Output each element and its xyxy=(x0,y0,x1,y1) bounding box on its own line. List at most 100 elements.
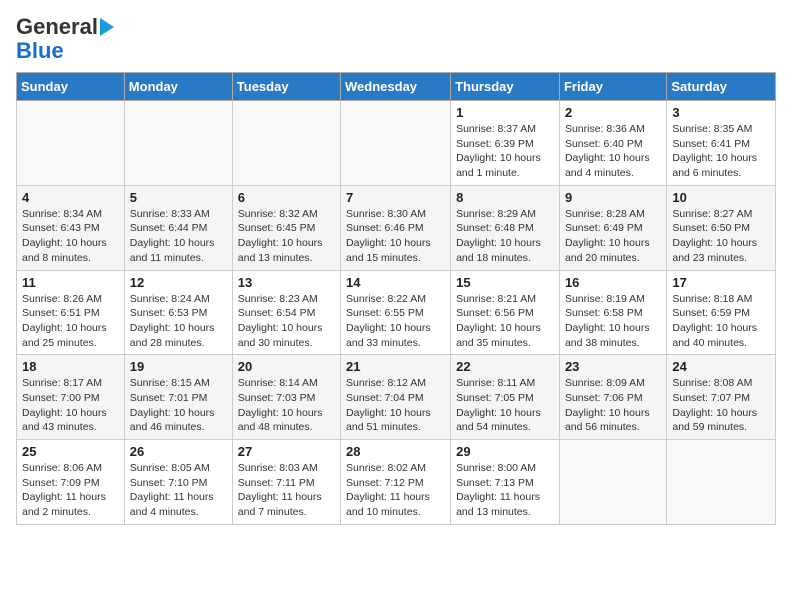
day-number: 28 xyxy=(346,444,445,459)
day-number: 29 xyxy=(456,444,554,459)
day-cell: 28 Sunrise: 8:02 AM Sunset: 7:12 PM Dayli… xyxy=(341,440,451,525)
day-detail: Sunrise: 8:19 AM Sunset: 6:58 PM Dayligh… xyxy=(565,292,661,351)
calendar-body: 1Sunrise: 8:37 AM Sunset: 6:39 PM Daylig… xyxy=(17,101,776,525)
day-cell: 11 Sunrise: 8:26 AM Sunset: 6:51 PM Dayli… xyxy=(17,270,125,355)
day-cell: 12Sunrise: 8:24 AM Sunset: 6:53 PM Dayli… xyxy=(124,270,232,355)
calendar-header: SundayMondayTuesdayWednesdayThursdayFrid… xyxy=(17,73,776,101)
day-cell: 26 Sunrise: 8:05 AM Sunset: 7:10 PM Dayli… xyxy=(124,440,232,525)
day-detail: Sunrise: 8:36 AM Sunset: 6:40 PM Dayligh… xyxy=(565,122,661,181)
day-detail: Sunrise: 8:12 AM Sunset: 7:04 PM Dayligh… xyxy=(346,376,445,435)
day-cell: 2 Sunrise: 8:36 AM Sunset: 6:40 PM Daylig… xyxy=(559,101,666,186)
day-cell: 27 Sunrise: 8:03 AM Sunset: 7:11 PM Dayli… xyxy=(232,440,340,525)
day-number: 22 xyxy=(456,359,554,374)
day-cell: 24 Sunrise: 8:08 AM Sunset: 7:07 PM Dayli… xyxy=(667,355,776,440)
day-number: 11 xyxy=(22,275,119,290)
logo: General Blue xyxy=(16,16,114,64)
day-number: 21 xyxy=(346,359,445,374)
week-row-5: 25 Sunrise: 8:06 AM Sunset: 7:09 PM Dayli… xyxy=(17,440,776,525)
day-number: 5 xyxy=(130,190,227,205)
day-detail: Sunrise: 8:28 AM Sunset: 6:49 PM Dayligh… xyxy=(565,207,661,266)
logo-text-general: General xyxy=(16,16,98,38)
day-number: 17 xyxy=(672,275,770,290)
header-col-thursday: Thursday xyxy=(451,73,560,101)
day-cell xyxy=(124,101,232,186)
day-number: 20 xyxy=(238,359,335,374)
day-cell: 6 Sunrise: 8:32 AM Sunset: 6:45 PM Daylig… xyxy=(232,185,340,270)
header-col-sunday: Sunday xyxy=(17,73,125,101)
day-number: 24 xyxy=(672,359,770,374)
day-detail: Sunrise: 8:08 AM Sunset: 7:07 PM Dayligh… xyxy=(672,376,770,435)
day-number: 8 xyxy=(456,190,554,205)
day-cell: 18Sunrise: 8:17 AM Sunset: 7:00 PM Dayli… xyxy=(17,355,125,440)
day-cell: 15Sunrise: 8:21 AM Sunset: 6:56 PM Dayli… xyxy=(451,270,560,355)
week-row-2: 4 Sunrise: 8:34 AM Sunset: 6:43 PM Daylig… xyxy=(17,185,776,270)
day-cell: 19 Sunrise: 8:15 AM Sunset: 7:01 PM Dayli… xyxy=(124,355,232,440)
header-col-monday: Monday xyxy=(124,73,232,101)
day-detail: Sunrise: 8:09 AM Sunset: 7:06 PM Dayligh… xyxy=(565,376,661,435)
day-cell: 21 Sunrise: 8:12 AM Sunset: 7:04 PM Dayli… xyxy=(341,355,451,440)
day-cell xyxy=(232,101,340,186)
logo-arrow-icon xyxy=(100,18,114,36)
day-number: 16 xyxy=(565,275,661,290)
day-number: 2 xyxy=(565,105,661,120)
day-detail: Sunrise: 8:32 AM Sunset: 6:45 PM Dayligh… xyxy=(238,207,335,266)
day-detail: Sunrise: 8:34 AM Sunset: 6:43 PM Dayligh… xyxy=(22,207,119,266)
day-number: 3 xyxy=(672,105,770,120)
day-cell xyxy=(341,101,451,186)
day-detail: Sunrise: 8:06 AM Sunset: 7:09 PM Dayligh… xyxy=(22,461,119,520)
header: General Blue xyxy=(16,16,776,64)
day-detail: Sunrise: 8:18 AM Sunset: 6:59 PM Dayligh… xyxy=(672,292,770,351)
day-cell: 14Sunrise: 8:22 AM Sunset: 6:55 PM Dayli… xyxy=(341,270,451,355)
day-detail: Sunrise: 8:11 AM Sunset: 7:05 PM Dayligh… xyxy=(456,376,554,435)
day-cell: 16 Sunrise: 8:19 AM Sunset: 6:58 PM Dayli… xyxy=(559,270,666,355)
day-detail: Sunrise: 8:00 AM Sunset: 7:13 PM Dayligh… xyxy=(456,461,554,520)
day-number: 6 xyxy=(238,190,335,205)
header-col-tuesday: Tuesday xyxy=(232,73,340,101)
day-detail: Sunrise: 8:15 AM Sunset: 7:01 PM Dayligh… xyxy=(130,376,227,435)
day-number: 18 xyxy=(22,359,119,374)
day-detail: Sunrise: 8:30 AM Sunset: 6:46 PM Dayligh… xyxy=(346,207,445,266)
header-col-friday: Friday xyxy=(559,73,666,101)
day-number: 23 xyxy=(565,359,661,374)
day-cell: 22 Sunrise: 8:11 AM Sunset: 7:05 PM Dayli… xyxy=(451,355,560,440)
day-detail: Sunrise: 8:35 AM Sunset: 6:41 PM Dayligh… xyxy=(672,122,770,181)
day-cell: 20 Sunrise: 8:14 AM Sunset: 7:03 PM Dayli… xyxy=(232,355,340,440)
day-detail: Sunrise: 8:29 AM Sunset: 6:48 PM Dayligh… xyxy=(456,207,554,266)
day-detail: Sunrise: 8:14 AM Sunset: 7:03 PM Dayligh… xyxy=(238,376,335,435)
day-detail: Sunrise: 8:22 AM Sunset: 6:55 PM Dayligh… xyxy=(346,292,445,351)
day-cell: 8 Sunrise: 8:29 AM Sunset: 6:48 PM Daylig… xyxy=(451,185,560,270)
day-cell: 9Sunrise: 8:28 AM Sunset: 6:49 PM Daylig… xyxy=(559,185,666,270)
day-number: 27 xyxy=(238,444,335,459)
week-row-1: 1Sunrise: 8:37 AM Sunset: 6:39 PM Daylig… xyxy=(17,101,776,186)
day-cell: 1Sunrise: 8:37 AM Sunset: 6:39 PM Daylig… xyxy=(451,101,560,186)
day-number: 4 xyxy=(22,190,119,205)
week-row-3: 11 Sunrise: 8:26 AM Sunset: 6:51 PM Dayli… xyxy=(17,270,776,355)
day-detail: Sunrise: 8:27 AM Sunset: 6:50 PM Dayligh… xyxy=(672,207,770,266)
day-cell xyxy=(559,440,666,525)
day-cell: 10 Sunrise: 8:27 AM Sunset: 6:50 PM Dayli… xyxy=(667,185,776,270)
day-detail: Sunrise: 8:23 AM Sunset: 6:54 PM Dayligh… xyxy=(238,292,335,351)
day-number: 15 xyxy=(456,275,554,290)
calendar-table: SundayMondayTuesdayWednesdayThursdayFrid… xyxy=(16,72,776,525)
day-cell: 29 Sunrise: 8:00 AM Sunset: 7:13 PM Dayli… xyxy=(451,440,560,525)
day-number: 1 xyxy=(456,105,554,120)
day-detail: Sunrise: 8:05 AM Sunset: 7:10 PM Dayligh… xyxy=(130,461,227,520)
day-detail: Sunrise: 8:26 AM Sunset: 6:51 PM Dayligh… xyxy=(22,292,119,351)
header-col-wednesday: Wednesday xyxy=(341,73,451,101)
day-cell: 25 Sunrise: 8:06 AM Sunset: 7:09 PM Dayli… xyxy=(17,440,125,525)
header-row: SundayMondayTuesdayWednesdayThursdayFrid… xyxy=(17,73,776,101)
day-detail: Sunrise: 8:02 AM Sunset: 7:12 PM Dayligh… xyxy=(346,461,445,520)
day-number: 19 xyxy=(130,359,227,374)
day-number: 25 xyxy=(22,444,119,459)
day-cell: 13Sunrise: 8:23 AM Sunset: 6:54 PM Dayli… xyxy=(232,270,340,355)
day-cell xyxy=(667,440,776,525)
day-number: 7 xyxy=(346,190,445,205)
day-detail: Sunrise: 8:03 AM Sunset: 7:11 PM Dayligh… xyxy=(238,461,335,520)
day-cell: 4 Sunrise: 8:34 AM Sunset: 6:43 PM Daylig… xyxy=(17,185,125,270)
day-detail: Sunrise: 8:33 AM Sunset: 6:44 PM Dayligh… xyxy=(130,207,227,266)
day-cell: 5 Sunrise: 8:33 AM Sunset: 6:44 PM Daylig… xyxy=(124,185,232,270)
week-row-4: 18Sunrise: 8:17 AM Sunset: 7:00 PM Dayli… xyxy=(17,355,776,440)
day-number: 10 xyxy=(672,190,770,205)
day-cell: 17 Sunrise: 8:18 AM Sunset: 6:59 PM Dayli… xyxy=(667,270,776,355)
day-number: 26 xyxy=(130,444,227,459)
